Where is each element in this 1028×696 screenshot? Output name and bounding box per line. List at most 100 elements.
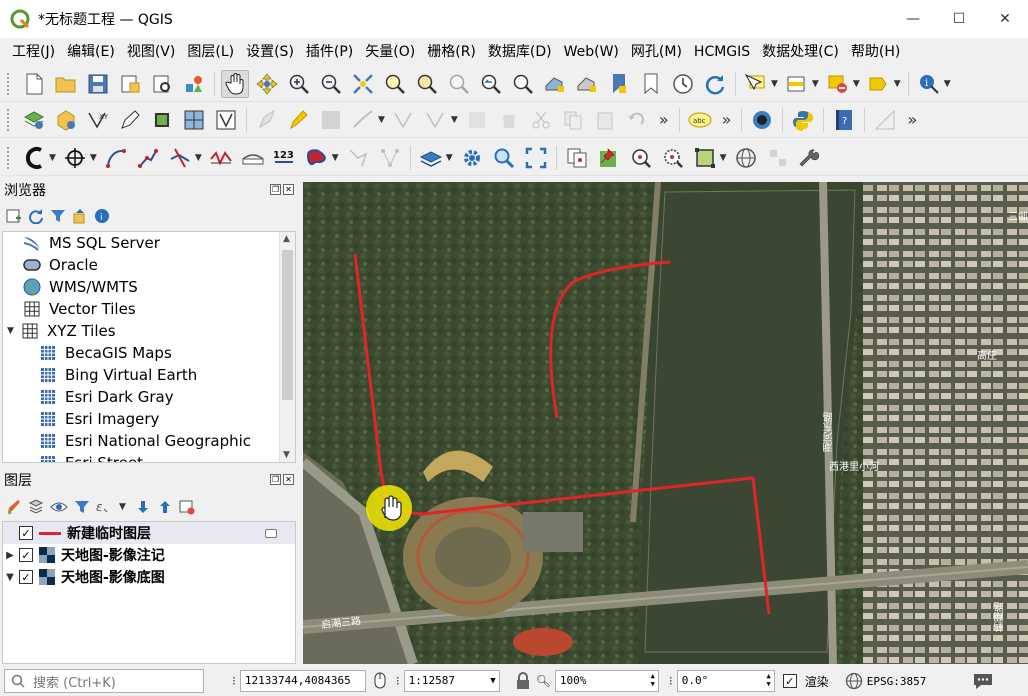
plugin-globe-icon[interactable] — [748, 106, 776, 134]
pin-marker-icon[interactable] — [595, 144, 623, 172]
float-panel-icon[interactable]: ❐ — [270, 184, 281, 195]
close-panel-icon[interactable]: ✕ — [283, 184, 294, 195]
grid-tool-icon[interactable] — [764, 144, 792, 172]
browser-item-oracle[interactable]: Oracle — [3, 254, 295, 276]
save-project-icon[interactable] — [84, 70, 112, 98]
bookmark-icon[interactable] — [605, 70, 633, 98]
add-vector-layer-icon[interactable] — [52, 106, 80, 134]
layer-item-basemap[interactable]: ▼ ✓ 天地图-影像底图 — [3, 566, 295, 588]
help-book-icon[interactable]: ? — [830, 106, 858, 134]
zoom-next-icon[interactable] — [509, 70, 537, 98]
copy-features-icon[interactable] — [559, 106, 587, 134]
zoom-out-icon[interactable] — [317, 70, 345, 98]
chevron-down-icon[interactable]: ▼ — [720, 153, 727, 163]
search-icon[interactable] — [490, 144, 518, 172]
expand-arrow-icon[interactable]: ▶ — [3, 550, 17, 561]
menu-edit[interactable]: 编辑(E) — [61, 39, 121, 65]
filter-icon[interactable] — [74, 499, 90, 515]
select-features-icon[interactable] — [742, 70, 770, 98]
coordinate-field[interactable]: 12133744,4084365 — [239, 670, 366, 692]
crs-globe-icon[interactable] — [845, 672, 863, 690]
browser-item-vector-tiles[interactable]: Vector Tiles — [3, 298, 295, 320]
collapse-all-icon[interactable] — [72, 208, 88, 224]
toolbar-overflow-icon[interactable]: » — [907, 110, 917, 129]
trim-extend-icon[interactable] — [207, 144, 235, 172]
layer-item-temp[interactable]: ✓ 新建临时图层 — [3, 522, 295, 544]
ruler-icon[interactable] — [239, 144, 267, 172]
chevron-down-icon[interactable]: ▼ — [119, 502, 126, 512]
show-bookmarks-icon[interactable] — [637, 70, 665, 98]
cut-features-icon[interactable] — [527, 106, 555, 134]
render-checkbox[interactable]: ✓ — [782, 674, 797, 688]
spinner-arrows-icon[interactable]: ▲ ▼ — [651, 672, 655, 688]
globe-grid-icon[interactable] — [732, 144, 760, 172]
menu-vector[interactable]: 矢量(O) — [359, 39, 421, 65]
split-lines-icon[interactable] — [166, 144, 194, 172]
zoom-full-icon[interactable] — [349, 70, 377, 98]
browser-item-mssql[interactable]: MS SQL Server — [3, 232, 295, 254]
rotation-field[interactable]: 0.0° ▲ ▼ — [676, 670, 775, 692]
chevron-down-icon[interactable]: ▼ — [378, 115, 385, 125]
browser-item-esri-imagery[interactable]: Esri Imagery — [3, 408, 295, 430]
scrollbar-thumb[interactable] — [282, 250, 293, 400]
copy-coords-icon[interactable] — [563, 144, 591, 172]
open-project-icon[interactable] — [52, 70, 80, 98]
zoom-last-icon[interactable] — [477, 70, 505, 98]
lock-icon[interactable] — [514, 672, 532, 690]
filter-icon[interactable] — [50, 208, 66, 224]
crs-label[interactable]: EPSG:3857 — [867, 675, 927, 688]
scroll-down-icon[interactable]: ▼ — [283, 450, 290, 460]
zoom-native-icon[interactable] — [445, 70, 473, 98]
label-tool-icon[interactable]: abc — [686, 106, 714, 134]
zoom-to-selection-icon[interactable] — [381, 70, 409, 98]
modify-attributes-icon[interactable] — [463, 106, 491, 134]
menu-raster[interactable]: 栅格(R) — [421, 39, 482, 65]
layer-visibility-checkbox[interactable]: ✓ — [19, 570, 33, 584]
style-manager-icon[interactable] — [180, 70, 208, 98]
add-selected-layers-icon[interactable] — [6, 208, 22, 224]
zoom-point-icon[interactable] — [627, 144, 655, 172]
python-console-icon[interactable] — [789, 106, 817, 134]
identify-features-icon[interactable]: i — [915, 70, 943, 98]
select-by-expression-icon[interactable] — [865, 70, 893, 98]
chevron-down-icon[interactable]: ▼ — [49, 153, 56, 163]
chevron-down-icon[interactable]: ▼ — [446, 153, 453, 163]
zoom-area-icon[interactable] — [659, 144, 687, 172]
undo-icon[interactable] — [623, 106, 651, 134]
menu-plugins[interactable]: 插件(P) — [300, 39, 359, 65]
browser-item-esri-natgeo[interactable]: Esri National Geographic — [3, 430, 295, 452]
toolbar-overflow-icon[interactable]: » — [722, 110, 732, 129]
spinner-arrows-icon[interactable]: ▲ ▼ — [767, 672, 771, 688]
toolbar-grip[interactable] — [6, 145, 10, 170]
vertex-editor-icon[interactable] — [422, 106, 450, 134]
browser-item-esri-dark-gray[interactable]: Esri Dark Gray — [3, 386, 295, 408]
gear-icon[interactable] — [458, 144, 486, 172]
pan-to-selection-icon[interactable] — [253, 70, 281, 98]
gps-icon[interactable] — [148, 106, 176, 134]
menu-web[interactable]: Web(W) — [558, 39, 625, 65]
chevron-down-icon[interactable]: ▼ — [490, 671, 495, 691]
chevron-down-icon[interactable]: ▼ — [894, 79, 901, 89]
deselect-all-icon[interactable] — [824, 70, 852, 98]
chevron-down-icon[interactable]: ▼ — [90, 153, 97, 163]
minimize-button[interactable]: — — [890, 0, 936, 38]
browser-item-esri-street[interactable]: Esri Street — [3, 452, 295, 462]
scroll-up-icon[interactable]: ▲ — [283, 234, 290, 244]
new-print-layout-icon[interactable] — [116, 70, 144, 98]
browser-item-bing[interactable]: Bing Virtual Earth — [3, 364, 295, 386]
chevron-down-icon[interactable]: ▼ — [451, 115, 458, 125]
visibility-eye-icon[interactable] — [50, 499, 68, 515]
number-label-icon[interactable]: 123 — [271, 144, 299, 172]
menu-view[interactable]: 视图(V) — [121, 39, 182, 65]
toolbar-grip[interactable] — [6, 107, 10, 132]
temporal-controller-icon[interactable] — [669, 70, 697, 98]
network-tool-icon[interactable] — [376, 144, 404, 172]
crosshair-icon[interactable] — [61, 144, 89, 172]
expand-all-icon[interactable] — [135, 499, 151, 515]
delete-selected-icon[interactable] — [495, 106, 523, 134]
scale-field[interactable]: 1:12587 ▼ — [403, 670, 500, 692]
add-arc-icon[interactable] — [102, 144, 130, 172]
chevron-down-icon[interactable]: ▼ — [944, 79, 951, 89]
data-source-manager-icon[interactable] — [20, 106, 48, 134]
select-rectangle-icon[interactable] — [691, 144, 719, 172]
